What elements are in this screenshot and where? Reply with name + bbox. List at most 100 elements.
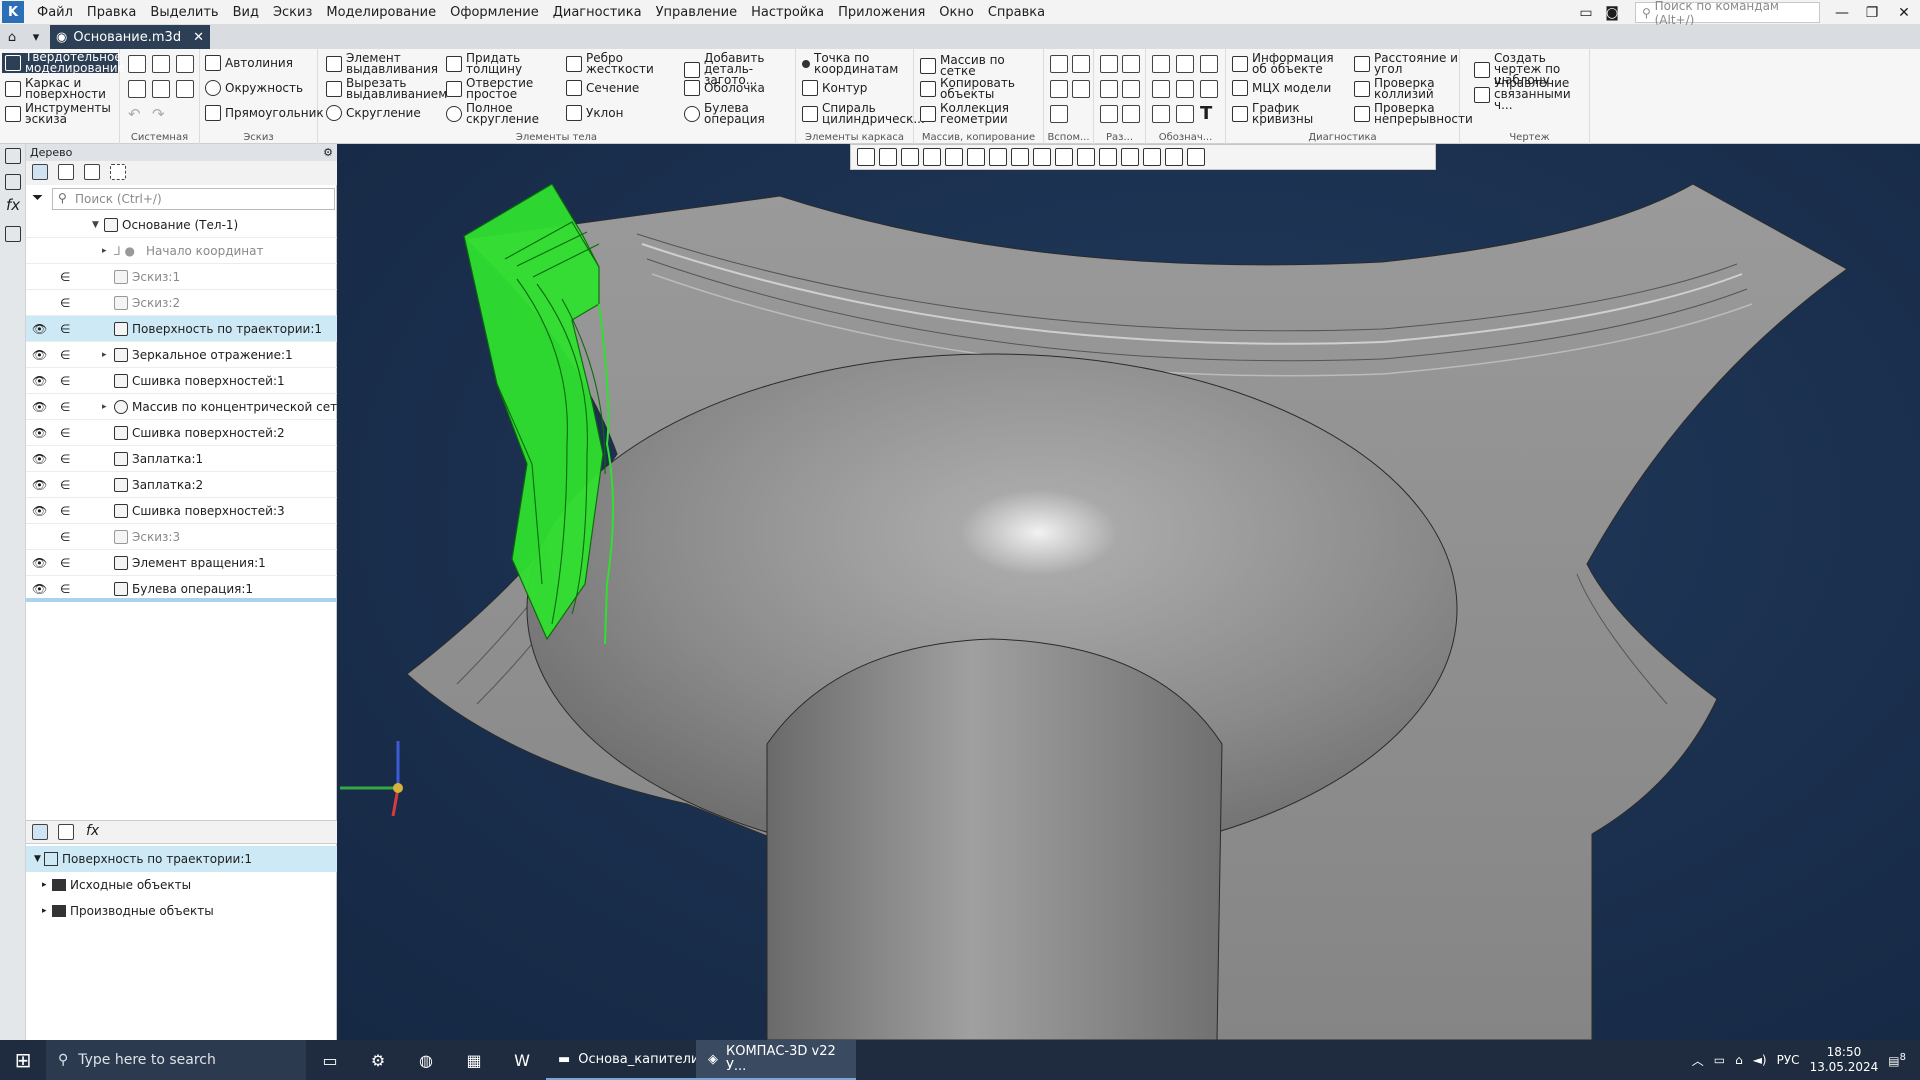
- draft-button[interactable]: Уклон: [566, 105, 623, 121]
- relations-row-derived[interactable]: ▸ Производные объекты: [26, 898, 337, 924]
- variables-panel-icon[interactable]: fx: [6, 196, 20, 214]
- command-search-input[interactable]: ⚲ Поиск по командам (Alt+/): [1635, 0, 1820, 27]
- snap-icon[interactable]: [901, 148, 919, 166]
- tree-row-sweep-surface[interactable]: 👁 ∈ Поверхность по траектории:1: [26, 316, 337, 342]
- view-orientation-icon[interactable]: [989, 148, 1007, 166]
- perspective-icon[interactable]: [1121, 148, 1139, 166]
- kompas-logo-icon[interactable]: K: [2, 1, 24, 23]
- full-fillet-button[interactable]: Полное скругление: [446, 102, 551, 125]
- eye-icon[interactable]: 👁: [32, 420, 50, 446]
- battery-icon[interactable]: ▭: [1714, 1053, 1725, 1067]
- tree-row-patch1[interactable]: 👁 ∈ Заплатка:1: [26, 446, 337, 472]
- mode-surface-button[interactable]: Каркас и поверхности: [5, 77, 117, 100]
- filter-icon[interactable]: ⏷: [32, 190, 43, 206]
- menu-manage[interactable]: Управление: [649, 0, 745, 25]
- close-tab-icon[interactable]: ✕: [193, 30, 204, 45]
- eye-icon[interactable]: 👁: [32, 368, 50, 394]
- tree-row-body[interactable]: ▼ Основание (Тел-1): [26, 212, 337, 238]
- layers-panel-icon[interactable]: [5, 226, 21, 242]
- boolean-button[interactable]: Булева операция: [684, 102, 784, 125]
- leader-icon[interactable]: [1176, 55, 1194, 73]
- menu-format[interactable]: Оформление: [443, 0, 546, 25]
- continuity-check-button[interactable]: Проверка непрерывности: [1354, 102, 1473, 125]
- orientation-icon[interactable]: [879, 148, 897, 166]
- tree-row-revolve[interactable]: 👁 ∈ Элемент вращения:1: [26, 550, 337, 576]
- expand-arrow-icon[interactable]: ▸: [42, 898, 47, 924]
- dimension-icon[interactable]: [1100, 55, 1118, 73]
- geometry-collection-button[interactable]: Коллекция геометрии: [920, 102, 1030, 125]
- close-button[interactable]: ✕: [1888, 0, 1920, 25]
- print-icon[interactable]: [128, 80, 146, 98]
- helix-button[interactable]: Спираль цилиндрическ...: [802, 102, 925, 125]
- pan-icon[interactable]: [945, 148, 963, 166]
- cut-extrude-button[interactable]: Вырезать выдавливанием: [326, 77, 447, 100]
- tab-menu-icon[interactable]: ▾: [24, 25, 48, 49]
- tree-row-boolean[interactable]: 👁 ∈ Булева операция:1: [26, 576, 337, 602]
- tree-search-input[interactable]: Поиск (Ctrl+/): [52, 188, 335, 210]
- auto-dimension-icon[interactable]: [1100, 105, 1118, 123]
- properties-panel-icon[interactable]: [5, 174, 21, 190]
- relations-variables-icon[interactable]: fx: [86, 823, 99, 839]
- menu-edit[interactable]: Правка: [80, 0, 143, 25]
- eye-icon[interactable]: 👁: [32, 472, 50, 498]
- tree-select-icon[interactable]: [110, 164, 126, 180]
- contour-button[interactable]: Контур: [802, 80, 867, 96]
- eye-icon[interactable]: 👁: [32, 342, 50, 368]
- hide-icon[interactable]: [1033, 148, 1051, 166]
- eye-icon[interactable]: 👁: [32, 550, 50, 576]
- chevron-up-icon[interactable]: ︿: [1692, 1052, 1704, 1069]
- tree-row-stitch2[interactable]: 👁 ∈ Сшивка поверхностей:2: [26, 420, 337, 446]
- roughness-icon[interactable]: [1152, 55, 1170, 73]
- restore-button[interactable]: ❐: [1856, 0, 1888, 25]
- grid-icon[interactable]: [857, 148, 875, 166]
- expand-arrow-icon[interactable]: ▸: [102, 238, 107, 264]
- thicken-button[interactable]: Придать толщину: [446, 52, 551, 75]
- distance-angle-button[interactable]: Расстояние и угол: [1354, 52, 1458, 75]
- tree-panel-icon[interactable]: [5, 148, 21, 164]
- camera-icon[interactable]: ◙: [1596, 0, 1628, 25]
- chamfer-dimension-icon[interactable]: [1122, 105, 1140, 123]
- excel-icon[interactable]: ▦: [450, 1040, 498, 1080]
- autoline-button[interactable]: Автолиния: [205, 55, 293, 71]
- object-info-button[interactable]: Информация об объекте: [1232, 52, 1350, 75]
- tree-row-sketch1[interactable]: ∈ Эскиз:1: [26, 264, 337, 290]
- taskbar-kompas-task[interactable]: ◈ КОМПАС-3D v22 У...: [696, 1040, 856, 1080]
- clock[interactable]: 18:50 13.05.2024: [1810, 1045, 1879, 1075]
- notification-icon[interactable]: ▤8: [1888, 1052, 1906, 1068]
- tree-row-mirror[interactable]: 👁 ∈ ▸ Зеркальное отражение:1: [26, 342, 337, 368]
- mode-sketch-tools-button[interactable]: Инструменты эскиза: [5, 102, 117, 125]
- filter-icon[interactable]: [1143, 148, 1161, 166]
- menu-help[interactable]: Справка: [981, 0, 1052, 25]
- copy-view-icon[interactable]: [1099, 148, 1117, 166]
- explode-icon[interactable]: [1077, 148, 1095, 166]
- curvature-graph-button[interactable]: График кривизны: [1232, 102, 1332, 125]
- zoom-icon[interactable]: [923, 148, 941, 166]
- menu-view[interactable]: Вид: [226, 0, 266, 25]
- menu-settings[interactable]: Настройка: [744, 0, 831, 25]
- hole-button[interactable]: Отверстие простое: [446, 77, 551, 100]
- point-coords-button[interactable]: Точка по координатам: [802, 52, 912, 75]
- windows-start-icon[interactable]: ⊞: [0, 1040, 46, 1080]
- eye-icon[interactable]: 👁: [32, 498, 50, 524]
- position-icon[interactable]: [1200, 80, 1218, 98]
- preview-icon[interactable]: [152, 80, 170, 98]
- pencil-icon[interactable]: [1187, 148, 1205, 166]
- grid-array-button[interactable]: Массив по сетке: [920, 54, 1043, 77]
- undo-icon[interactable]: ↶: [128, 105, 141, 123]
- collision-check-button[interactable]: Проверка коллизий: [1354, 77, 1458, 100]
- measure-icon[interactable]: [1165, 148, 1183, 166]
- text-icon[interactable]: T: [1200, 103, 1212, 124]
- radius-icon[interactable]: [1100, 80, 1118, 98]
- taskbar-explorer-task[interactable]: ▬ Основа_капители: [546, 1040, 699, 1080]
- settings-icon[interactable]: ⚙: [354, 1040, 402, 1080]
- eye-icon[interactable]: 👁: [32, 316, 50, 342]
- extrude-button[interactable]: Элемент выдавливания: [326, 52, 441, 75]
- plane-icon[interactable]: [1050, 55, 1068, 73]
- diameter-icon[interactable]: [1122, 80, 1140, 98]
- home-icon[interactable]: ⌂: [0, 25, 24, 49]
- menu-window[interactable]: Окно: [932, 0, 981, 25]
- edge-icon[interactable]: ◍: [402, 1040, 450, 1080]
- menu-apps[interactable]: Приложения: [831, 0, 932, 25]
- copy-objects-button[interactable]: Копировать объекты: [920, 77, 1030, 100]
- weld-icon[interactable]: [1176, 105, 1194, 123]
